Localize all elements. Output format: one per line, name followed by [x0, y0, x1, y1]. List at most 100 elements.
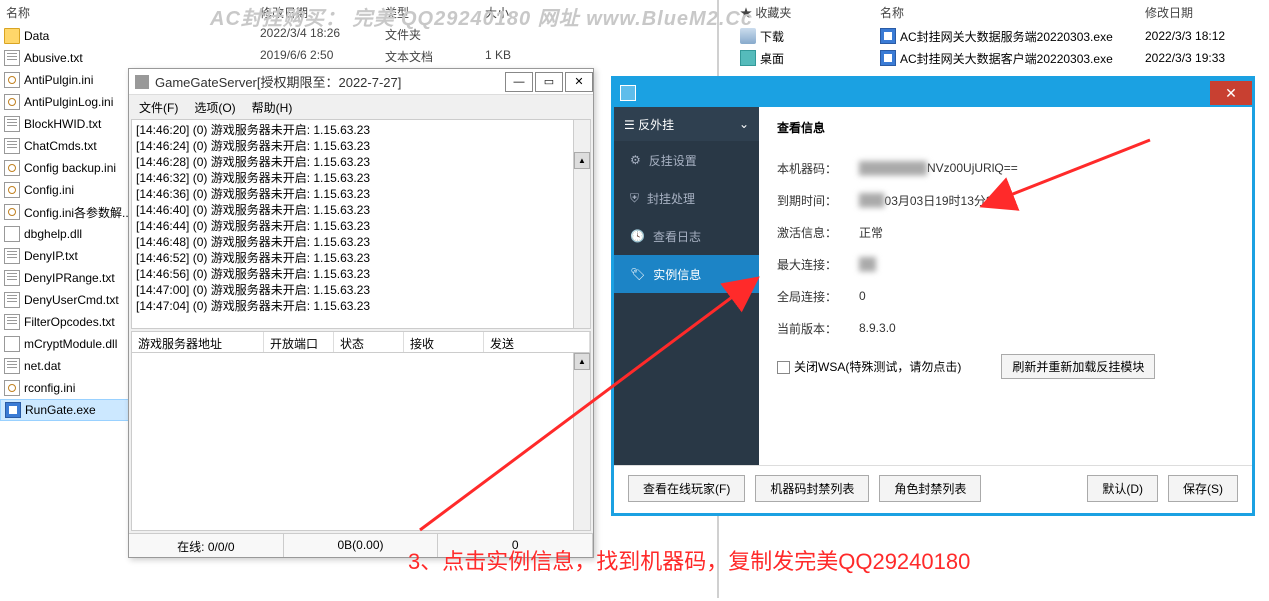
th-address[interactable]: 游戏服务器地址: [132, 332, 264, 352]
file-name: Data: [24, 29, 49, 43]
window-title: GameGateServer[授权期限至：2022-7-27]: [155, 72, 503, 91]
scroll-up-icon[interactable]: ▲: [574, 152, 590, 169]
file-icon: [4, 50, 20, 66]
file-icon: [4, 248, 20, 264]
file-name: ChatCmds.txt: [24, 139, 97, 153]
folder-icon: [740, 50, 756, 66]
col-name[interactable]: 名称: [6, 4, 136, 21]
view-online-button[interactable]: 查看在线玩家(F): [628, 475, 745, 502]
file-name: DenyUserCmd.txt: [24, 293, 119, 307]
default-button[interactable]: 默认(D): [1087, 475, 1158, 502]
sidebar-item-2[interactable]: 🕓 查看日志: [614, 217, 759, 255]
exe-icon: [880, 50, 896, 66]
col-date[interactable]: 修改日期: [1145, 4, 1245, 21]
scrollbar[interactable]: ▲: [573, 120, 590, 328]
scroll-up-icon[interactable]: ▲: [574, 353, 590, 370]
menu-file[interactable]: 文件(F): [133, 97, 184, 118]
nav-icon: 🕓: [630, 229, 645, 243]
file-icon: [4, 358, 20, 374]
table-body: ▲: [131, 353, 591, 531]
label-version: 当前版本：: [777, 320, 859, 337]
exe-icon: [880, 28, 896, 44]
annotation-text: 3、点击实例信息，找到机器码，复制发完美QQ29240180: [408, 544, 970, 576]
file-icon: [4, 182, 20, 198]
title-bar[interactable]: GameGateServer[授权期限至：2022-7-27] — ▭ ✕: [129, 69, 593, 95]
mid-row: 2019/6/6 2:50 文本文档 1 KB: [260, 48, 545, 65]
value-version: 8.9.3.0: [859, 321, 896, 335]
chevron-down-icon: ⌄: [739, 117, 749, 131]
file-icon: [4, 226, 20, 242]
th-state[interactable]: 状态: [334, 332, 404, 352]
th-recv[interactable]: 接收: [404, 332, 484, 352]
sidebar-item-3[interactable]: 🏷 实例信息: [614, 255, 759, 293]
nav-icon: 🏷: [630, 267, 645, 281]
file-name: FilterOpcodes.txt: [24, 315, 115, 329]
label-active: 激活信息：: [777, 224, 859, 241]
nav-label: 反挂设置: [649, 152, 697, 169]
nav-icon: ⚙: [630, 153, 641, 167]
nav-label: 查看日志: [653, 228, 701, 245]
menu-help[interactable]: 帮助(H): [246, 97, 299, 118]
file-icon: [4, 292, 20, 308]
role-ban-button[interactable]: 角色封禁列表: [879, 475, 981, 502]
machine-ban-button[interactable]: 机器码封禁列表: [755, 475, 869, 502]
file-name: Config.ini各参数解...: [24, 204, 132, 221]
file-name: net.dat: [24, 359, 61, 373]
mid-columns: 修改日期 类型 大小: [260, 0, 545, 25]
gamegate-window: GameGateServer[授权期限至：2022-7-27] — ▭ ✕ 文件…: [128, 68, 594, 558]
checkbox-close-wsa[interactable]: 关闭WSA(特殊测试，请勿点击): [777, 358, 961, 375]
file-name: DenyIPRange.txt: [24, 271, 115, 285]
col-name[interactable]: 名称: [880, 4, 1145, 21]
config-main: 查看信息 本机器码：████████NVz00UjURlQ== 到期时间：███…: [759, 107, 1252, 465]
nav-header[interactable]: ☰ 反外挂 ⌄: [614, 107, 759, 141]
close-button[interactable]: ✕: [1210, 81, 1252, 105]
file-name: Config.ini: [24, 183, 74, 197]
file-name: Config backup.ini: [24, 161, 116, 175]
file-name: rconfig.ini: [24, 381, 75, 395]
maximize-button[interactable]: ▭: [535, 72, 563, 92]
value-machine: NVz00UjURlQ==: [927, 161, 1018, 175]
label-machine: 本机器码：: [777, 160, 859, 177]
minimize-button[interactable]: —: [505, 72, 533, 92]
file-icon: [4, 28, 20, 44]
col-type[interactable]: 类型: [385, 4, 485, 21]
th-send[interactable]: 发送: [484, 332, 590, 352]
file-item[interactable]: Data: [0, 25, 260, 47]
col-favorites[interactable]: ★ 收藏夹: [740, 4, 880, 21]
title-bar[interactable]: ✕: [614, 79, 1252, 107]
file-icon: [4, 160, 20, 176]
log-textarea[interactable]: [14:46:20] (0) 游戏服务器未开启: 1.15.63.23 [14:…: [131, 119, 591, 329]
file-item[interactable]: Abusive.txt: [0, 47, 260, 69]
sidebar-item-1[interactable]: ⛨封挂处理: [614, 179, 759, 217]
file-icon: [4, 72, 20, 88]
save-button[interactable]: 保存(S): [1168, 475, 1238, 502]
reload-button[interactable]: 刷新并重新加载反挂模块: [1001, 354, 1155, 379]
menu-bar: 文件(F) 选项(O) 帮助(H): [129, 95, 593, 119]
nav-label: 实例信息: [653, 266, 701, 283]
file-row[interactable]: 桌面AC封挂网关大数据客户端20220303.exe2022/3/3 19:33: [740, 47, 1260, 69]
close-button[interactable]: ✕: [565, 72, 593, 92]
file-name: Abusive.txt: [24, 51, 83, 65]
status-online: 在线: 0/0/0: [129, 534, 284, 557]
value-globconn: 0: [859, 289, 866, 303]
config-window: ✕ ☰ 反外挂 ⌄ ⚙ 反挂设置 ⛨封挂处理 🕓 查看日志 🏷 实例信息 查看信息 本机器码…: [611, 76, 1255, 516]
th-port[interactable]: 开放端口: [264, 332, 334, 352]
menu-option[interactable]: 选项(O): [188, 97, 241, 118]
right-file-panel: ★ 收藏夹 名称 修改日期 下载AC封挂网关大数据服务端20220303.exe…: [740, 0, 1260, 69]
label-maxconn: 最大连接：: [777, 256, 859, 273]
file-name: RunGate.exe: [25, 403, 96, 417]
col-size[interactable]: 大小: [485, 4, 545, 21]
value-expire: 03月03日19时13分32秒: [885, 192, 1012, 209]
mid-row: 2022/3/4 18:26 文件夹: [260, 26, 485, 43]
file-name: dbghelp.dll: [24, 227, 82, 241]
file-icon: [4, 270, 20, 286]
file-name: AntiPulgin.ini: [24, 73, 93, 87]
scrollbar[interactable]: ▲: [573, 353, 590, 530]
nav-label: 封挂处理: [647, 190, 695, 207]
sidebar-nav: ☰ 反外挂 ⌄ ⚙ 反挂设置 ⛨封挂处理 🕓 查看日志 🏷 实例信息: [614, 107, 759, 465]
col-date[interactable]: 修改日期: [260, 4, 385, 21]
file-icon: [4, 94, 20, 110]
sidebar-item-0[interactable]: ⚙ 反挂设置: [614, 141, 759, 179]
file-row[interactable]: 下载AC封挂网关大数据服务端20220303.exe2022/3/3 18:12: [740, 25, 1260, 47]
file-name: AntiPulginLog.ini: [24, 95, 113, 109]
